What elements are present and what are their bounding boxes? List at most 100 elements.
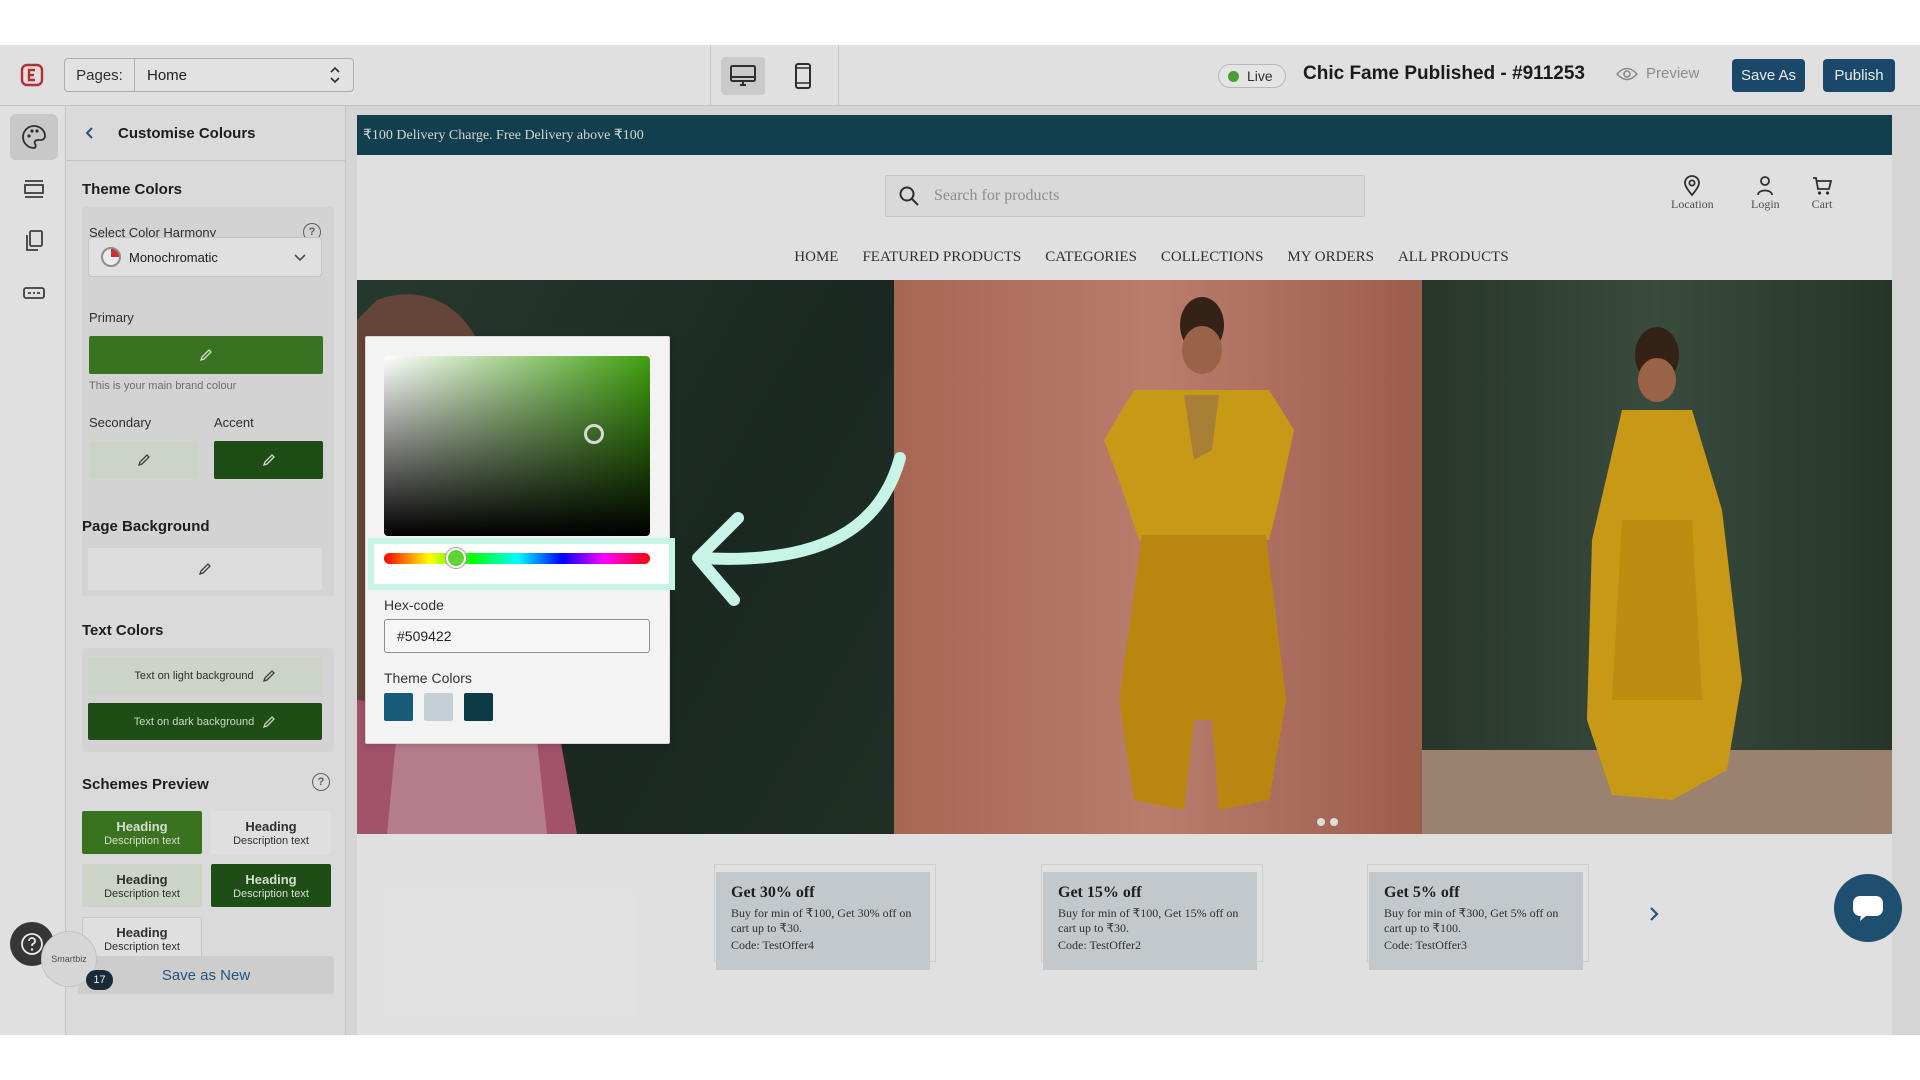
save-as-button[interactable]: Save As [1732, 59, 1805, 92]
scheme-heading: Heading [116, 818, 168, 834]
theme-colors-title: Theme Colors [82, 181, 183, 198]
scheme-heading: Heading [116, 871, 168, 887]
page-background-title: Page Background [82, 518, 210, 535]
offer-title: Get 30% off [731, 884, 815, 901]
app-logo-icon[interactable] [20, 63, 44, 87]
hue-slider-thumb[interactable] [446, 548, 466, 568]
header-cart[interactable]: Cart [1811, 175, 1833, 212]
save-as-new-button[interactable]: Save as New [78, 956, 334, 994]
pages-selector[interactable]: Pages: Home [64, 58, 354, 92]
page-background-swatch[interactable] [88, 548, 322, 590]
up-down-chevron-icon [330, 66, 340, 84]
theme-color-swatch[interactable] [464, 693, 493, 721]
color-picker-popover: Hex-code #509422 Theme Colors [365, 336, 675, 744]
input-field-icon [23, 287, 45, 299]
eye-icon [1616, 67, 1638, 80]
pages-value: Home [147, 66, 188, 84]
sections-icon [24, 180, 44, 198]
scheme-preview[interactable]: Heading Description text [82, 811, 202, 854]
nav-all-products[interactable]: ALL PRODUCTS [1398, 249, 1509, 266]
preview-button[interactable]: Preview [1616, 65, 1699, 82]
offer-card[interactable]: Get 5% off Buy for min of ₹300, Get 5% o… [1369, 872, 1583, 970]
pencil-icon [199, 349, 212, 362]
help-icon[interactable]: ? [312, 773, 330, 791]
scheme-preview[interactable]: Heading Description text [211, 864, 331, 907]
store-title: Chic Fame Published - #911253 [1303, 63, 1585, 84]
theme-color-swatch[interactable] [384, 693, 413, 721]
pencil-icon [262, 454, 275, 467]
text-light-button[interactable]: Text on light background [88, 657, 322, 694]
pages-label: Pages: [65, 59, 135, 91]
rail-settings-button[interactable] [10, 270, 58, 316]
scheme-preview[interactable]: Heading Description text [82, 864, 202, 907]
header-location[interactable]: Location [1671, 175, 1714, 212]
model-photo-right [1422, 327, 1892, 834]
live-label: Live [1247, 68, 1273, 84]
rail-sections-button[interactable] [10, 166, 58, 212]
preview-label: Preview [1646, 65, 1700, 82]
scheme-heading: Heading [245, 818, 297, 834]
live-status-badge: Live [1218, 64, 1286, 88]
theme-color-swatch[interactable] [424, 693, 453, 721]
hex-code-input[interactable]: #509422 [384, 619, 650, 653]
hero-image-center [894, 280, 1422, 834]
nav-categories[interactable]: CATEGORIES [1045, 249, 1137, 266]
cart-icon [1813, 177, 1833, 195]
hue-slider[interactable] [384, 553, 650, 564]
store-search-input[interactable]: Search for products [885, 175, 1365, 217]
pages-select[interactable]: Home [135, 59, 353, 91]
nav-my-orders[interactable]: MY ORDERS [1287, 249, 1374, 266]
live-dot-icon [1228, 71, 1239, 82]
top-bar: Pages: Home Live Chic Fame Published - #… [0, 45, 1920, 106]
scheme-heading: Heading [116, 924, 168, 940]
saturation-thumb[interactable] [584, 424, 604, 444]
rail-pages-button[interactable] [10, 218, 58, 264]
publish-button[interactable]: Publish [1823, 59, 1895, 92]
primary-color-swatch[interactable] [89, 336, 323, 374]
search-placeholder: Search for products [934, 187, 1060, 204]
panel-title: Customise Colours [118, 124, 256, 142]
color-harmony-select[interactable]: Monochromatic [88, 237, 322, 277]
offer-code: Code: TestOffer4 [731, 938, 815, 952]
desktop-icon [730, 65, 756, 86]
divider [838, 45, 839, 106]
offer-code: Code: TestOffer3 [1384, 938, 1468, 952]
app-window: Pages: Home Live Chic Fame Published - #… [0, 45, 1920, 1035]
text-dark-label: Text on dark background [133, 715, 255, 728]
chevron-left-icon [85, 127, 93, 139]
offer-title: Get 5% off [1384, 884, 1460, 901]
offer-card[interactable]: Get 30% off Buy for min of ₹100, Get 30%… [716, 872, 930, 970]
rail-colors-button[interactable] [10, 114, 58, 160]
desktop-view-button[interactable] [721, 57, 765, 95]
pencil-icon [137, 454, 150, 467]
text-dark-button[interactable]: Text on dark background [88, 703, 322, 740]
location-icon [1684, 175, 1701, 197]
nav-featured-products[interactable]: FEATURED PRODUCTS [862, 249, 1021, 266]
hue-highlight [368, 538, 675, 590]
nav-home[interactable]: HOME [794, 249, 838, 266]
scheme-preview[interactable]: Heading Description text [82, 917, 202, 960]
secondary-color-swatch[interactable] [89, 441, 198, 479]
header-login[interactable]: Login [1751, 175, 1780, 212]
mobile-view-button[interactable] [781, 57, 825, 95]
store-nav: HOME FEATURED PRODUCTS CATEGORIES COLLEC… [357, 249, 1892, 266]
scheme-preview[interactable]: Heading Description text [211, 811, 331, 854]
accent-color-swatch[interactable] [214, 441, 323, 479]
user-icon [1757, 176, 1774, 196]
search-icon [899, 186, 919, 206]
saturation-value-area[interactable] [384, 356, 650, 536]
scheme-heading: Heading [245, 871, 297, 887]
accent-label: Accent [214, 415, 254, 430]
nav-collections[interactable]: COLLECTIONS [1161, 249, 1264, 266]
chat-button[interactable] [1834, 874, 1902, 942]
back-button[interactable] [84, 126, 104, 140]
pencil-icon [198, 563, 211, 576]
pencil-icon [262, 669, 275, 682]
primary-hint: This is your main brand colour [89, 380, 237, 392]
pencil-icon [263, 715, 276, 728]
help-circle-icon [21, 933, 43, 955]
offer-title: Get 15% off [1058, 884, 1142, 901]
offer-card[interactable]: Get 15% off Buy for min of ₹100, Get 15%… [1043, 872, 1257, 970]
chevron-right-icon[interactable] [1647, 905, 1661, 923]
annotation-arrow-icon [692, 452, 906, 606]
